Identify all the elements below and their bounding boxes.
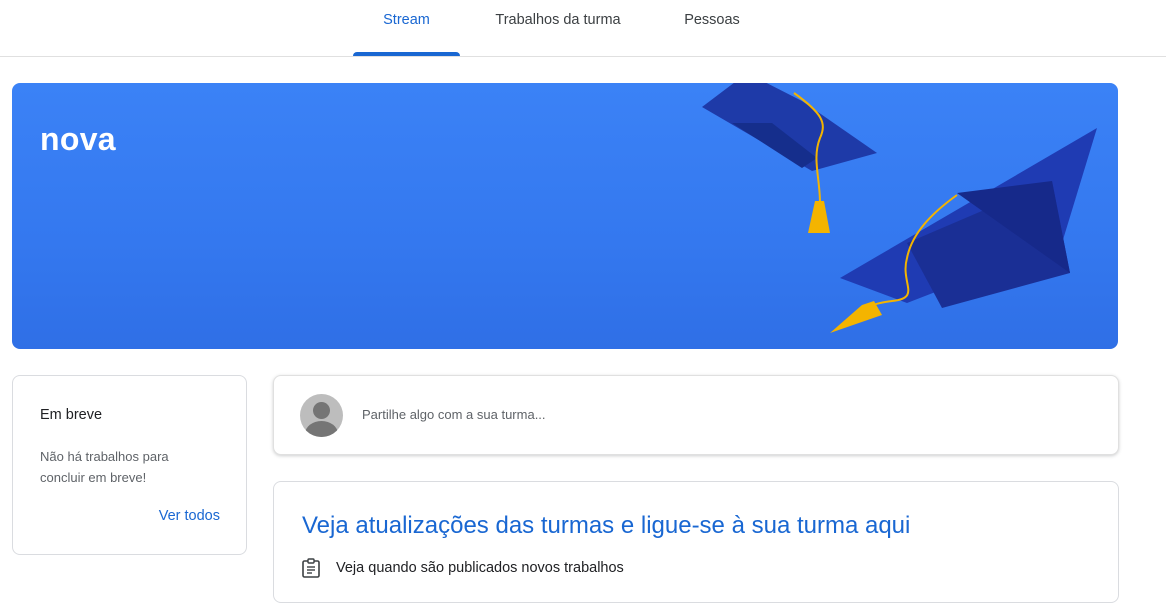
assignment-icon (302, 558, 320, 578)
share-box[interactable]: Partilhe algo com a sua turma... (273, 375, 1119, 455)
avatar-body-icon (305, 421, 338, 437)
cap-front-tassel (830, 301, 882, 333)
upcoming-card: Em breve Não há trabalhos para concluir … (12, 375, 247, 555)
updates-title: Veja atualizações das turmas e ligue-se … (302, 512, 911, 539)
upcoming-title: Em breve (40, 407, 103, 423)
class-title: nova (40, 121, 116, 157)
share-input[interactable]: Partilhe algo com a sua turma... (362, 407, 962, 422)
avatar-head-icon (313, 402, 330, 419)
upcoming-empty-text: Não há trabalhos para concluir em breve! (40, 449, 169, 485)
class-banner: nova (12, 83, 1118, 349)
tab-classwork[interactable]: Trabalhos da turma (478, 0, 638, 56)
avatar (300, 394, 343, 437)
cap-back-tassel (808, 201, 830, 233)
graduation-caps-illustration (702, 83, 1097, 333)
active-tab-indicator (353, 52, 460, 56)
tab-stream[interactable]: Stream (353, 0, 460, 56)
updates-card: Veja atualizações das turmas e ligue-se … (273, 481, 1119, 603)
top-navigation: Stream Trabalhos da turma Pessoas (0, 0, 1166, 57)
tab-people[interactable]: Pessoas (670, 0, 754, 56)
updates-item-text: Veja quando são publicados novos trabalh… (336, 560, 624, 576)
view-all-link[interactable]: Ver todos (159, 508, 220, 524)
updates-list-item: Veja quando são publicados novos trabalh… (302, 558, 624, 578)
